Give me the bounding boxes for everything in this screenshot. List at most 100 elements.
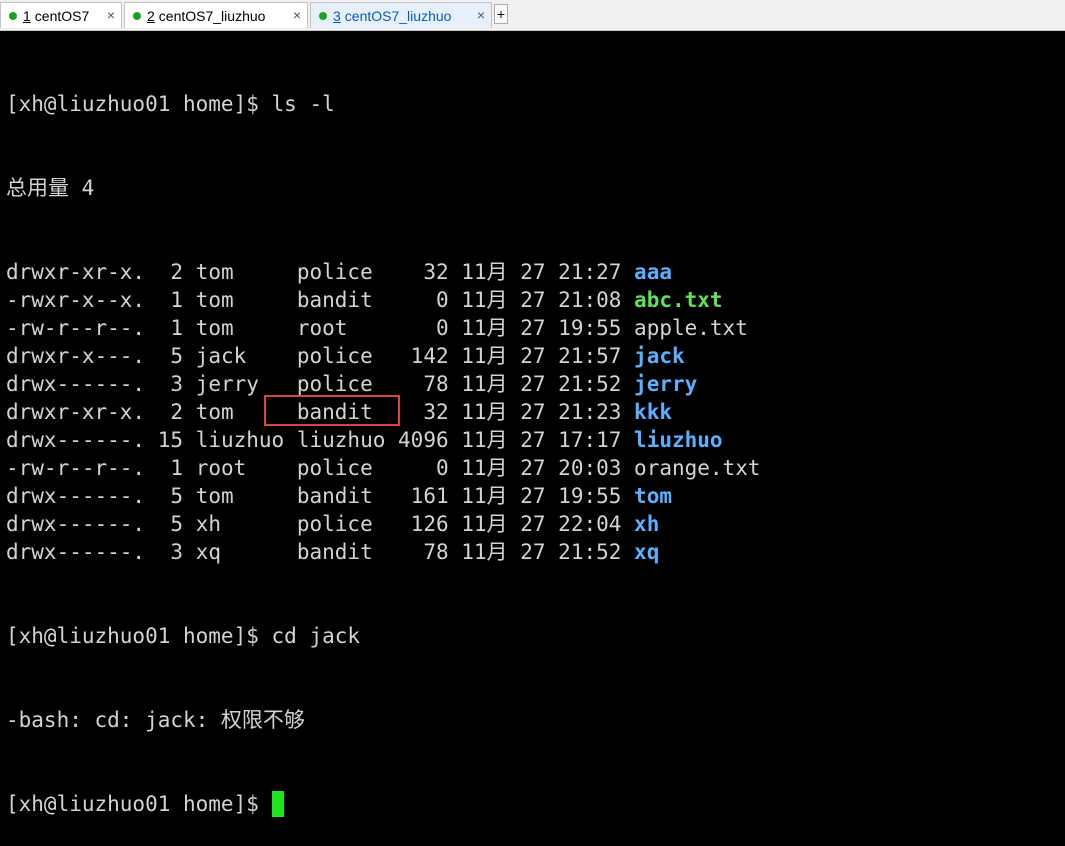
prompt: [xh@liuzhuo01 home]$ [6,624,272,648]
tab-session-2[interactable]: 2 centOS7_liuzhuo × [124,2,308,28]
command-line: [xh@liuzhuo01 home]$ cd jack [6,622,1065,650]
listing-row: drwx------. 3 xq bandit 78 11月 27 21:52 … [6,538,1065,566]
command-text: cd jack [271,624,361,648]
file-permissions: -rwxr-x--x. [6,288,146,312]
file-time: 17:17 [558,428,622,452]
link-count: 3 [157,372,184,396]
file-time: 21:57 [558,344,622,368]
file-time: 21:52 [558,540,622,564]
file-group: bandit [296,540,386,564]
prompt: [xh@liuzhuo01 home]$ [6,792,272,816]
file-group: root [296,316,386,340]
file-permissions: drwx------. [6,540,146,564]
file-month: 11月 [461,512,508,536]
file-size: 32 [398,260,449,284]
file-size: 4096 [398,428,449,452]
file-day: 27 [520,428,546,452]
file-size: 0 [398,316,449,340]
file-name: jack [634,344,685,368]
link-count: 1 [157,288,184,312]
file-size: 78 [398,372,449,396]
file-owner: jack [195,344,285,368]
file-month: 11月 [461,400,508,424]
tab-label: centOS7_liuzhuo [344,7,452,24]
listing-row: drwx------. 5 xh police 126 11月 27 22:04… [6,510,1065,538]
text-cursor [271,791,284,817]
file-owner: tom [195,288,285,312]
file-group: police [296,344,386,368]
file-name: abc.txt [634,288,723,312]
file-name: kkk [634,400,672,424]
file-time: 21:23 [558,400,622,424]
file-day: 27 [520,540,546,564]
file-size: 142 [398,344,449,368]
file-day: 27 [520,372,546,396]
file-name: jerry [634,372,698,396]
file-day: 27 [520,400,546,424]
file-size: 0 [398,288,449,312]
file-month: 11月 [461,260,508,284]
file-name: aaa [634,260,672,284]
tab-session-1[interactable]: 1 centOS7 × [0,2,122,28]
terminal-output[interactable]: [xh@liuzhuo01 home]$ ls -l 总用量 4 drwxr-x… [6,34,1065,846]
listing-row: drwxr-x---. 5 jack police 142 11月 27 21:… [6,342,1065,370]
file-owner: liuzhuo [195,428,285,452]
close-tab-icon[interactable]: × [107,7,115,23]
file-permissions: drwx------. [6,512,146,536]
listing-row: drwx------. 5 tom bandit 161 11月 27 19:5… [6,482,1065,510]
file-time: 21:08 [558,288,622,312]
file-name: orange.txt [634,456,761,480]
file-time: 21:52 [558,372,622,396]
connected-status-icon [319,11,327,20]
listing-row: -rwxr-x--x. 1 tom bandit 0 11月 27 21:08 … [6,286,1065,314]
listing-row: drwxr-xr-x. 2 tom bandit 32 11月 27 21:23… [6,398,1065,426]
file-day: 27 [520,512,546,536]
link-count: 5 [157,484,184,508]
file-owner: xq [195,540,285,564]
file-day: 27 [520,316,546,340]
file-name: xh [634,512,660,536]
new-tab-button[interactable]: + [494,4,508,24]
listing-row: -rw-r--r--. 1 tom root 0 11月 27 19:55 ap… [6,314,1065,342]
file-permissions: drwxr-x---. [6,344,146,368]
file-time: 22:04 [558,512,622,536]
file-permissions: drwx------. [6,372,146,396]
file-month: 11月 [461,288,508,312]
file-permissions: -rw-r--r--. [6,456,146,480]
file-permissions: drwx------. [6,484,146,508]
link-count: 2 [157,400,184,424]
command-line: [xh@liuzhuo01 home]$ ls -l [6,90,1065,118]
file-month: 11月 [461,344,508,368]
tab-number: 1 [23,7,31,24]
command-text: ls -l [271,92,335,116]
file-month: 11月 [461,372,508,396]
file-day: 27 [520,484,546,508]
close-tab-icon[interactable]: × [293,7,301,23]
close-tab-icon[interactable]: × [477,7,485,23]
file-size: 161 [398,484,449,508]
file-permissions: -rw-r--r--. [6,316,146,340]
tab-label: centOS7_liuzhuo [158,7,266,24]
file-month: 11月 [461,316,508,340]
file-permissions: drwxr-xr-x. [6,260,146,284]
file-group: bandit [296,484,386,508]
file-size: 0 [398,456,449,480]
listing-row: drwx------. 3 jerry police 78 11月 27 21:… [6,370,1065,398]
file-time: 19:55 [558,484,622,508]
file-name: liuzhuo [634,428,723,452]
file-month: 11月 [461,456,508,480]
file-name: apple.txt [634,316,748,340]
tab-number: 3 [333,7,341,24]
tab-session-3-active[interactable]: 3 centOS7_liuzhuo × [310,2,492,28]
file-time: 19:55 [558,316,622,340]
listing-row: drwxr-xr-x. 2 tom police 32 11月 27 21:27… [6,258,1065,286]
total-line: 总用量 4 [6,176,95,200]
file-owner: xh [195,512,285,536]
error-message: -bash: cd: jack: 权限不够 [6,708,305,732]
listing-row: -rw-r--r--. 1 root police 0 11月 27 20:03… [6,454,1065,482]
listing-row: drwx------. 15 liuzhuo liuzhuo 4096 11月 … [6,426,1065,454]
file-time: 20:03 [558,456,622,480]
tab-label: centOS7 [34,7,90,24]
file-permissions: drwx------. [6,428,146,452]
file-group: liuzhuo [296,428,386,452]
